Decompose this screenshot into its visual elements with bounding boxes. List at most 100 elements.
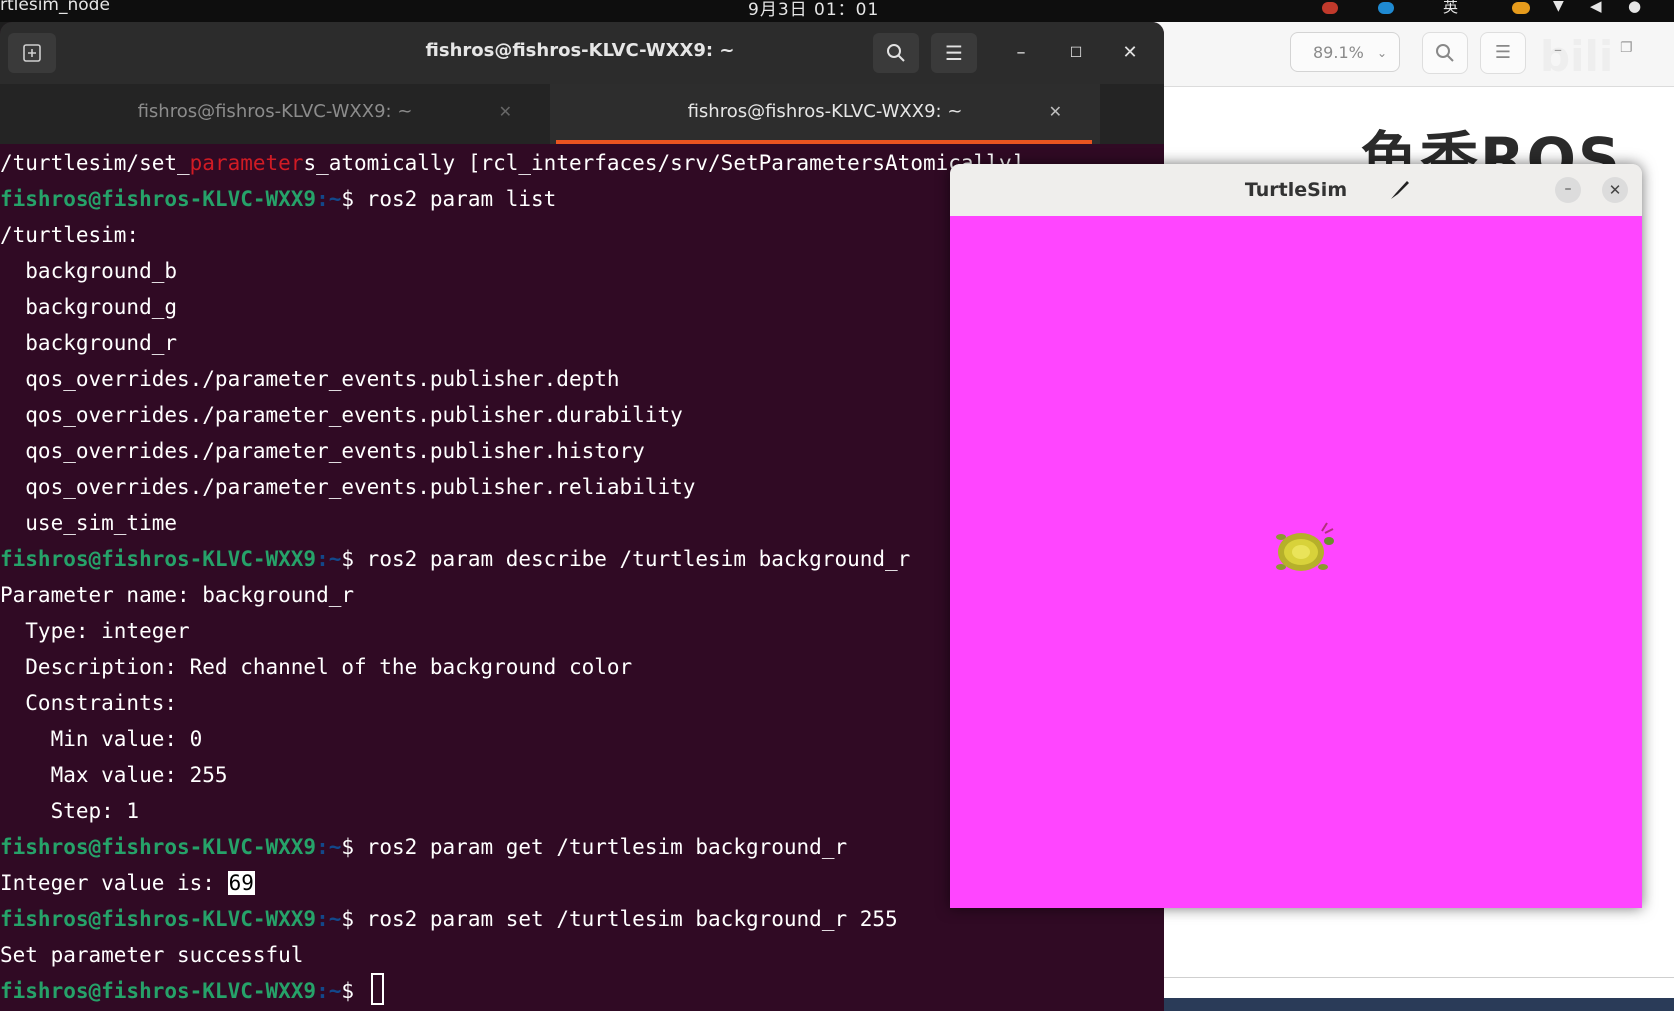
output-text: qos_overrides./parameter_events.publishe…	[0, 475, 696, 499]
terminal-line: fishros@fishros-KLVC-WXX9:~$ ros2 param …	[0, 829, 847, 865]
terminal-line: fishros@fishros-KLVC-WXX9:~$ ros2 param …	[0, 901, 898, 937]
divider	[1080, 977, 1674, 978]
prompt-symbol: $	[341, 835, 367, 859]
output-text: Description: Red channel of the backgrou…	[0, 655, 633, 679]
prompt-symbol: $	[341, 907, 367, 931]
watermark-logo: bili	[1540, 32, 1614, 81]
terminal-line: qos_overrides./parameter_events.publishe…	[0, 433, 645, 469]
maximize-button[interactable]: ☐	[1061, 38, 1091, 68]
terminal-line: /turtlesim:	[0, 217, 139, 253]
prompt-path: :~	[316, 187, 342, 211]
terminal-line: fishros@fishros-KLVC-WXX9:~$ ros2 param …	[0, 181, 556, 217]
output-text: use_sim_time	[0, 511, 178, 535]
close-button[interactable]: ✕	[1115, 38, 1145, 68]
output-text: Set parameter successful	[0, 943, 304, 967]
prompt-user: fishros@fishros-KLVC-WXX9	[0, 979, 317, 1003]
command-text: ros2 param describe /turtlesim backgroun…	[366, 547, 911, 571]
terminal-line: Description: Red channel of the backgrou…	[0, 649, 632, 685]
output-text: background_r	[0, 331, 178, 355]
search-icon	[887, 44, 905, 62]
chevron-down-icon: ⌄	[1376, 46, 1387, 60]
viewer-toolbar: 89.1% ⌄ ☰ bili – ❐	[1080, 22, 1674, 87]
hamburger-menu-icon: ☰	[945, 41, 963, 65]
command-text: ros2 param list	[366, 187, 557, 211]
system-top-bar: rtlesim_node 9月3日 01：01 英 ▼ ◀ ●	[0, 0, 1674, 22]
zoom-level-value: 89.1%	[1313, 43, 1364, 62]
prompt-symbol: $	[341, 187, 367, 211]
zoom-level-select[interactable]: 89.1% ⌄	[1290, 32, 1400, 72]
command-text: ros2 param set /turtlesim background_r 2…	[366, 907, 898, 931]
terminal-line: background_b	[0, 253, 177, 289]
terminal-menu-button[interactable]: ☰	[931, 33, 977, 73]
prompt-user: fishros@fishros-KLVC-WXX9	[0, 907, 317, 931]
viewer-search-button[interactable]	[1422, 32, 1468, 74]
active-app-name[interactable]: rtlesim_node	[0, 0, 110, 15]
tab-label: fishros@fishros-KLVC-WXX9: ~	[687, 101, 963, 122]
output-text: /turtlesim/set_	[0, 151, 190, 175]
prompt-path: :~	[316, 835, 342, 859]
edge-browser-icon[interactable]	[1378, 2, 1394, 14]
viewer-menu-button[interactable]: ☰	[1480, 32, 1526, 74]
viewer-minimize-button[interactable]: –	[1554, 40, 1562, 59]
output-text: s_atomically [rcl_interfaces/srv/SetPara…	[303, 151, 1025, 175]
input-method-indicator[interactable]: 英	[1443, 0, 1458, 17]
output-text: /turtlesim:	[0, 223, 140, 247]
minimize-button[interactable]: –	[1006, 38, 1036, 68]
prompt-path: :~	[316, 979, 342, 1003]
terminal-line: qos_overrides./parameter_events.publishe…	[0, 361, 620, 397]
terminal-line: fishros@fishros-KLVC-WXX9:~$	[0, 973, 384, 1009]
prompt-symbol: $	[341, 547, 367, 571]
tab-close-icon[interactable]: ✕	[499, 84, 512, 140]
turtlesim-titlebar[interactable]: TurtleSim – ✕	[950, 164, 1642, 217]
turtlesim-close-button[interactable]: ✕	[1602, 177, 1628, 203]
output-text: Parameter name: background_r	[0, 583, 355, 607]
output-text: qos_overrides./parameter_events.publishe…	[0, 439, 645, 463]
tray-app-icon[interactable]	[1322, 2, 1338, 14]
terminal-line: Constraints:	[0, 685, 177, 721]
command-text: ros2 param get /turtlesim background_r	[366, 835, 848, 859]
output-text: background_b	[0, 259, 178, 283]
terminal-line: Parameter name: background_r	[0, 577, 354, 613]
selected-text: 69	[227, 871, 255, 895]
output-text: Min value: 0	[0, 727, 203, 751]
clock[interactable]: 9月3日 01：01	[748, 0, 879, 20]
tab-label: fishros@fishros-KLVC-WXX9: ~	[137, 101, 413, 122]
terminal-line: Max value: 255	[0, 757, 228, 793]
terminal-search-button[interactable]	[873, 33, 919, 73]
terminal-line: fishros@fishros-KLVC-WXX9:~$ ros2 param …	[0, 541, 910, 577]
output-text: Constraints:	[0, 691, 178, 715]
output-text: qos_overrides./parameter_events.publishe…	[0, 367, 620, 391]
network-icon[interactable]: ▼	[1553, 0, 1564, 14]
notification-icon[interactable]	[1512, 2, 1530, 14]
terminal-tab-bar: fishros@fishros-KLVC-WXX9: ~ ✕ fishros@f…	[0, 84, 1164, 181]
window-title: fishros@fishros-KLVC-WXX9: ~	[425, 40, 735, 61]
mouse-pointer-icon	[1391, 181, 1409, 199]
search-highlight: parameter	[189, 151, 304, 175]
output-text: Max value: 255	[0, 763, 228, 787]
volume-icon[interactable]: ◀	[1590, 0, 1602, 15]
turtle-sprite	[1276, 522, 1334, 571]
output-text: qos_overrides./parameter_events.publishe…	[0, 403, 683, 427]
menu-icon: ☰	[1494, 42, 1512, 63]
tab-close-icon[interactable]: ✕	[1049, 84, 1062, 140]
terminal-header-bar: fishros@fishros-KLVC-WXX9: ~ ☰ – ☐ ✕	[0, 22, 1164, 84]
prompt-path: :~	[316, 547, 342, 571]
microphone-icon[interactable]: ●	[1628, 0, 1641, 15]
terminal-line: use_sim_time	[0, 505, 177, 541]
turtlesim-canvas	[950, 216, 1642, 908]
terminal-line: Integer value is: 69	[0, 865, 255, 901]
tab-terminal-2[interactable]: fishros@fishros-KLVC-WXX9: ~ ✕	[550, 84, 1100, 144]
output-text: Type: integer	[0, 619, 190, 643]
terminal-line: qos_overrides./parameter_events.publishe…	[0, 469, 695, 505]
terminal-line: /turtlesim/set_parameters_atomically [rc…	[0, 145, 1024, 181]
turtlesim-minimize-button[interactable]: –	[1555, 177, 1581, 203]
prompt-user: fishros@fishros-KLVC-WXX9	[0, 547, 317, 571]
prompt-symbol: $	[341, 979, 367, 1003]
turtlesim-title: TurtleSim	[1244, 179, 1348, 201]
output-text: Integer value is:	[0, 871, 228, 895]
new-tab-button[interactable]	[8, 33, 56, 73]
output-text: background_g	[0, 295, 178, 319]
tab-terminal-1[interactable]: fishros@fishros-KLVC-WXX9: ~ ✕	[0, 84, 550, 144]
viewer-restore-button[interactable]: ❐	[1620, 40, 1633, 56]
viewer-bottom-bar	[1080, 998, 1674, 1011]
